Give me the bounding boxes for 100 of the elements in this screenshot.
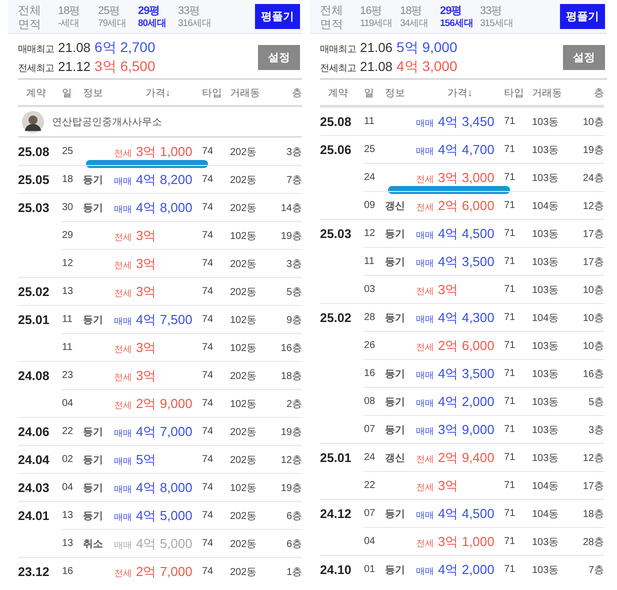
deal-info: 등기 bbox=[385, 424, 405, 436]
size-tab[interactable]: 33평 bbox=[480, 3, 520, 17]
deal-type: 매매 bbox=[114, 314, 132, 328]
toggle-button[interactable]: 평풀기 bbox=[255, 4, 300, 29]
day: 16 bbox=[62, 566, 74, 577]
deal-type: 매매 bbox=[114, 510, 132, 524]
price: 4억 3,500 bbox=[438, 252, 494, 270]
toggle-button[interactable]: 평풀기 bbox=[560, 4, 605, 29]
deal-type: 매매 bbox=[416, 312, 434, 326]
size-tab[interactable]: 16평 bbox=[360, 3, 400, 17]
floor: 2층 bbox=[286, 398, 302, 410]
column-header: 일 bbox=[364, 86, 374, 100]
contract-date: 25.06 bbox=[320, 142, 352, 156]
price: 4억 5,000 bbox=[136, 506, 192, 524]
unit-type: 71 bbox=[504, 424, 516, 435]
day: 08 bbox=[364, 396, 376, 407]
unit-type: 74 bbox=[202, 482, 214, 493]
deal-type: 매매 bbox=[416, 564, 434, 578]
size-tab[interactable]: 18평 bbox=[58, 3, 98, 17]
floor: 5층 bbox=[286, 286, 302, 298]
size-tab[interactable]: 29평 bbox=[138, 3, 178, 17]
price: 2억 9,000 bbox=[136, 394, 192, 412]
size-tab[interactable]: 33평 bbox=[178, 3, 218, 17]
agent-name: 연산탑공인중개사사무소 bbox=[52, 116, 162, 128]
floor: 12층 bbox=[582, 452, 604, 464]
size-label: 전체 bbox=[18, 4, 42, 17]
floor: 19층 bbox=[582, 144, 604, 156]
day: 04 bbox=[364, 536, 376, 547]
unit-count: 315세대 bbox=[480, 17, 514, 30]
column-header: 거래동 bbox=[230, 86, 260, 100]
day: 24 bbox=[364, 452, 376, 463]
building: 202동 bbox=[230, 538, 257, 550]
column-header: 가격↓ bbox=[448, 86, 472, 100]
price: 4억 8,000 bbox=[136, 198, 192, 216]
deal-info: 등기 bbox=[83, 202, 103, 214]
column-header: 계약 bbox=[26, 86, 46, 100]
deal-type: 매매 bbox=[416, 396, 434, 410]
contract-date: 24.04 bbox=[18, 452, 50, 466]
size-tab[interactable]: 18평 bbox=[400, 3, 440, 17]
building: 103동 bbox=[532, 172, 559, 184]
max-label: 매매최고 bbox=[320, 42, 356, 56]
building: 202동 bbox=[230, 174, 257, 186]
building: 202동 bbox=[230, 566, 257, 578]
floor: 6층 bbox=[286, 510, 302, 522]
unit-type: 74 bbox=[202, 174, 214, 185]
max-date: 21.08 bbox=[58, 40, 91, 54]
building: 104동 bbox=[532, 508, 559, 520]
settings-button[interactable]: 설정 bbox=[563, 44, 605, 70]
deal-type: 매매 bbox=[114, 202, 132, 216]
max-label: 매매최고 bbox=[18, 42, 54, 56]
max-label: 전세최고 bbox=[320, 62, 356, 74]
floor: 17층 bbox=[582, 480, 604, 492]
price: 4억 4,500 bbox=[438, 224, 494, 242]
price: 3억 bbox=[136, 366, 156, 384]
max-date: 21.06 bbox=[360, 40, 393, 54]
floor: 17층 bbox=[582, 228, 604, 240]
deal-info: 등기 bbox=[385, 312, 405, 324]
price: 3억 bbox=[136, 254, 156, 272]
price: 4억 2,000 bbox=[438, 392, 494, 410]
day: 07 bbox=[364, 508, 376, 519]
contract-date: 25.01 bbox=[18, 312, 50, 326]
day: 04 bbox=[62, 398, 74, 409]
size-tab[interactable]: 29평 bbox=[440, 3, 480, 17]
building: 202동 bbox=[230, 286, 257, 298]
price: 2억 6,000 bbox=[438, 196, 494, 214]
floor: 14층 bbox=[280, 202, 302, 214]
deal-info: 등기 bbox=[385, 256, 405, 268]
unit-type: 71 bbox=[504, 256, 516, 267]
deal-type: 매매 bbox=[416, 228, 434, 242]
floor: 16층 bbox=[582, 368, 604, 380]
floor: 19층 bbox=[280, 230, 302, 242]
floor: 3층 bbox=[286, 146, 302, 158]
contract-date: 23.12 bbox=[18, 564, 50, 578]
price: 3억 bbox=[136, 226, 156, 244]
building: 103동 bbox=[532, 536, 559, 548]
column-header: 층 bbox=[594, 86, 604, 100]
building: 202동 bbox=[230, 426, 257, 438]
day: 11 bbox=[62, 314, 72, 325]
floor: 7층 bbox=[588, 564, 604, 576]
deal-info: 등기 bbox=[83, 510, 103, 522]
unit-type: 71 bbox=[504, 144, 516, 155]
floor: 7층 bbox=[286, 174, 302, 186]
price: 2억 9,400 bbox=[438, 448, 494, 466]
building: 103동 bbox=[532, 228, 559, 240]
deal-type: 매매 bbox=[416, 116, 434, 130]
settings-button[interactable]: 설정 bbox=[258, 44, 300, 70]
contract-date: 24.10 bbox=[320, 562, 352, 576]
day: 25 bbox=[364, 144, 376, 155]
price: 4억 2,000 bbox=[438, 560, 494, 578]
deal-type: 전세 bbox=[416, 536, 434, 550]
price: 4억 4,700 bbox=[438, 140, 494, 158]
day: 30 bbox=[62, 202, 74, 213]
deal-type: 전세 bbox=[114, 398, 132, 412]
floor: 10층 bbox=[582, 340, 604, 352]
size-tab[interactable]: 25평 bbox=[98, 3, 138, 17]
deal-info: 갱신 bbox=[385, 452, 405, 464]
floor: 12층 bbox=[280, 454, 302, 466]
column-header: 거래동 bbox=[532, 86, 562, 100]
unit-type: 71 bbox=[504, 228, 516, 239]
building: 103동 bbox=[532, 396, 559, 408]
